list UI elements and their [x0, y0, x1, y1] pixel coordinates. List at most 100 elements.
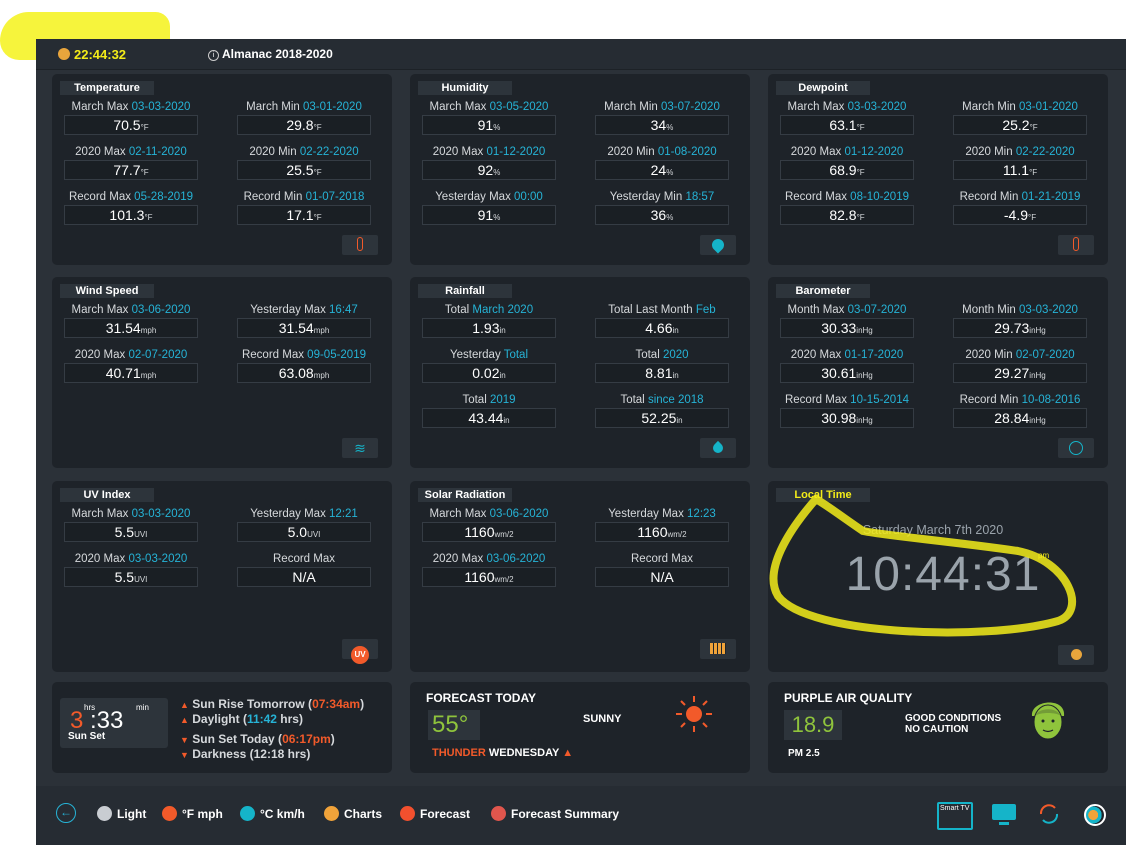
stat-cell: March Max 03-03-2020 5.5UVI [56, 508, 206, 542]
stat-value-box: 25.2°F [953, 115, 1087, 135]
alert-type: THUNDER [432, 747, 486, 759]
stat-value: 91 [477, 117, 494, 133]
sunrise-line: ▲ Sun Rise Tomorrow (07:34am) [180, 697, 365, 711]
stat-value-box: 34% [595, 115, 729, 135]
stat-value-box: 28.84inHg [953, 408, 1087, 428]
stat-cell: Record Min 01-21-2019 -4.9°F [945, 191, 1095, 225]
stat-label: March Max 03-03-2020 [772, 101, 922, 113]
sunset-close: ) [330, 732, 335, 746]
legend-item-forecast[interactable]: Forecast [400, 806, 470, 821]
stat-value-box: 101.3°F [64, 205, 198, 225]
stat-date: 2019 [489, 394, 516, 406]
stat-value-box: 8.81in [595, 363, 729, 383]
stat-unit: % [493, 168, 501, 177]
legend-label: Light [117, 807, 147, 821]
almanac-link[interactable]: i Almanac 2018-2020 [208, 47, 333, 61]
stat-value-box: 17.1°F [237, 205, 371, 225]
stat-unit: UVI [307, 530, 321, 539]
stat-label: Record Max [587, 553, 737, 565]
stat-label-text: Record Max [241, 349, 308, 361]
stat-date: 00:00 [514, 191, 543, 203]
stat-value: 40.71 [105, 365, 141, 381]
forecast-card[interactable]: FORECAST TODAY 55° SUNNY THUNDER WEDNESD… [410, 682, 750, 773]
stat-unit: in [676, 416, 683, 425]
stat-value: 1160 [464, 524, 495, 540]
stat-value-box: 63.08mph [237, 363, 371, 383]
stat-value-box: 29.27inHg [953, 363, 1087, 383]
stat-cell: March Min 03-01-2020 29.8°F [229, 101, 379, 135]
forecast-temp: 55° [428, 710, 480, 740]
stat-value-box: 92% [422, 160, 556, 180]
stat-date: 02-07-2020 [1015, 349, 1075, 361]
stat-unit: °F [140, 168, 149, 177]
legend-item-f-mph[interactable]: °F mph [162, 806, 223, 821]
stat-date: 03-03-2020 [847, 101, 907, 113]
stat-unit: UVI [134, 530, 148, 539]
sunset-label: Sun Set [68, 731, 106, 742]
stat-value: 17.1 [286, 207, 314, 223]
thermometer-icon [342, 235, 378, 255]
back-button[interactable]: ← [56, 803, 76, 823]
stat-date: 03-03-2020 [1019, 304, 1078, 316]
stat-cell: 2020 Min 01-08-2020 24% [587, 146, 737, 180]
stat-label: Yesterday Max 16:47 [229, 304, 379, 316]
stat-value: 36 [650, 207, 667, 223]
alert-day: WEDNESDAY [488, 747, 560, 759]
stat-cell: March Max 03-05-2020 91% [414, 101, 564, 135]
stat-label: Yesterday Min 18:57 [587, 191, 737, 203]
stat-value-box: 82.8°F [780, 205, 914, 225]
stat-value: 31.54 [278, 320, 314, 336]
air-quality-card[interactable]: PURPLE AIR QUALITY 18.9 GOOD CONDITIONS … [768, 682, 1108, 773]
stat-date: 2020 [662, 349, 689, 361]
header-time: 22:44:32 [74, 47, 127, 62]
legend-dot-icon [491, 806, 506, 821]
stat-cell: Total 2019 43.44in [414, 394, 564, 428]
air-condition: GOOD CONDITIONS NO CAUTION [905, 713, 1001, 735]
stat-value: 92 [477, 162, 494, 178]
legend-item-charts[interactable]: Charts [324, 806, 382, 821]
stat-value-box: 68.9°F [780, 160, 914, 180]
gauge-icon [1058, 438, 1094, 458]
stat-label-text: Record Min [959, 394, 1022, 406]
stat-label: 2020 Min 02-07-2020 [945, 349, 1095, 361]
sunrise-text: Sun Rise Tomorrow ( [192, 697, 313, 711]
stat-label: 2020 Max 02-11-2020 [56, 146, 206, 158]
stat-value: 5.5 [114, 569, 135, 585]
stat-label-text: March Min [246, 101, 304, 113]
stat-value: 1160 [637, 524, 668, 540]
stat-label: Record Max 10-15-2014 [772, 394, 922, 406]
stat-label-text: Record Max [784, 191, 851, 203]
theme-toggle-icon[interactable] [1084, 804, 1106, 826]
sunset-text: Sun Set Today ( [192, 732, 283, 746]
monitor-icon[interactable] [992, 804, 1016, 820]
stat-label-text: Record Max [273, 553, 335, 565]
smart-tv-button[interactable]: Smart TV [937, 802, 973, 830]
stat-value-box: 5.5UVI [64, 567, 198, 587]
stat-label-text: Yesterday Max [250, 304, 330, 316]
refresh-icon[interactable] [1037, 802, 1061, 826]
stat-cell: Yesterday Max 00:00 91% [414, 191, 564, 225]
stat-date: 03-06-2020 [131, 304, 191, 316]
stat-label: 2020 Max 01-12-2020 [772, 146, 922, 158]
stat-label: March Min 03-07-2020 [587, 101, 737, 113]
stat-label-text: 2020 Max [74, 349, 129, 361]
legend-item-light[interactable]: Light [97, 806, 146, 821]
stat-value-box: 36% [595, 205, 729, 225]
stat-date: 01-12-2020 [486, 146, 546, 158]
stat-label: Record Min 01-21-2019 [945, 191, 1095, 203]
stat-value-box: 91% [422, 115, 556, 135]
stat-value: 31.54 [105, 320, 141, 336]
stat-value-box: 70.5°F [64, 115, 198, 135]
stat-value: 77.7 [113, 162, 141, 178]
legend-item-forecast-summary[interactable]: Forecast Summary [491, 806, 619, 821]
stat-value-box: 1160wm/2 [422, 522, 556, 542]
stat-cell: March Min 03-07-2020 34% [587, 101, 737, 135]
stat-unit: °F [856, 123, 865, 132]
stat-cell: March Max 03-03-2020 63.1°F [772, 101, 922, 135]
forecast-title: FORECAST TODAY [426, 691, 537, 705]
stat-date: March 2020 [472, 304, 534, 316]
legend-item-c-km-h[interactable]: °C km/h [240, 806, 305, 821]
stat-cell: Yesterday Max 16:47 31.54mph [229, 304, 379, 338]
darkness-line: ▼ Darkness (12:18 hrs) [180, 746, 311, 761]
stat-cell: 2020 Max 01-12-2020 92% [414, 146, 564, 180]
